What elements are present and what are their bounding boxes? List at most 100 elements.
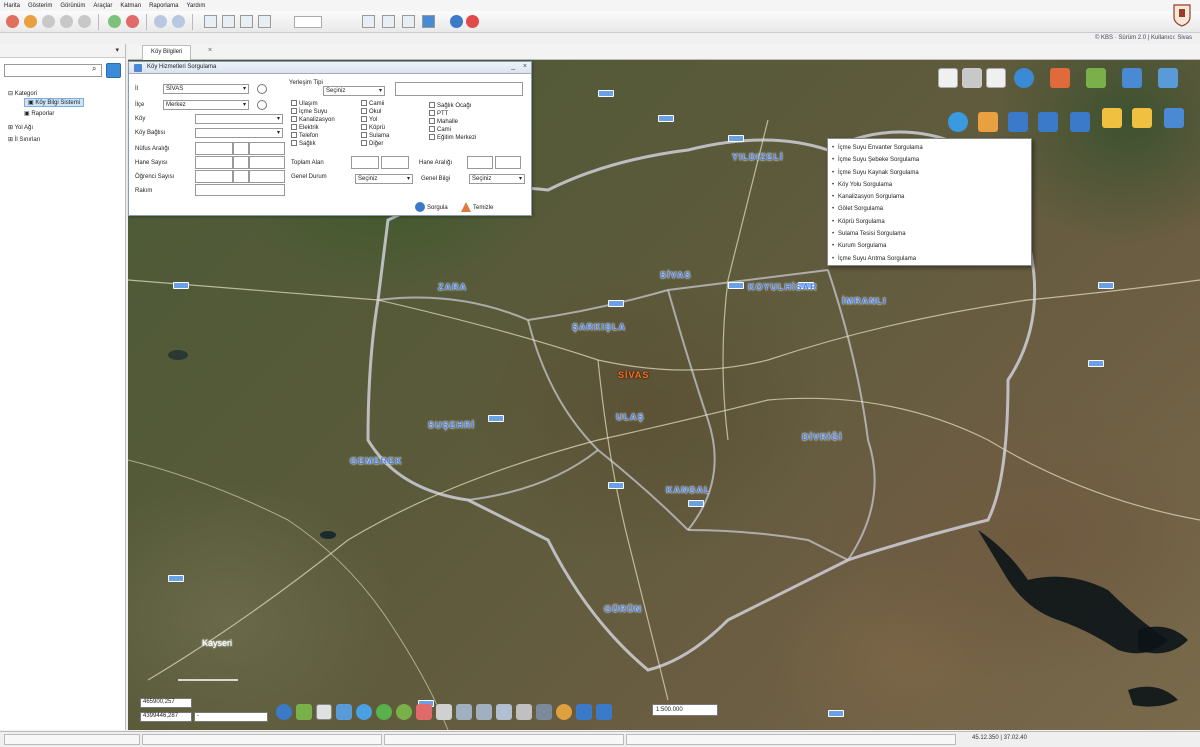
- hane-min-input[interactable]: [195, 156, 233, 169]
- ilce-select[interactable]: Merkez: [163, 100, 249, 110]
- up-icon[interactable]: [78, 15, 91, 28]
- search-icon[interactable]: ⌕: [92, 64, 104, 77]
- maximize-icon[interactable]: [402, 15, 415, 28]
- window-icon[interactable]: [382, 15, 395, 28]
- plane-icon[interactable]: [1008, 112, 1028, 132]
- menu-item-koy-yolu[interactable]: Köy Yolu Sorgulama: [828, 179, 1031, 191]
- ogrenci-max-input[interactable]: [249, 170, 285, 183]
- tree-item-koy-bilgi[interactable]: ▣ Köy Bilgi Sistemi: [24, 98, 85, 107]
- hane-max-input[interactable]: [249, 156, 285, 169]
- menu-item-icme-suyu-sebeke[interactable]: İçme Suyu Şebeke Sorgulama: [828, 154, 1031, 166]
- home-icon[interactable]: [536, 704, 552, 720]
- checkbox-telefon[interactable]: Telefon: [291, 132, 318, 139]
- gps-icon[interactable]: [556, 704, 572, 720]
- checkbox-kanalizasyon[interactable]: Kanalizasyon: [291, 116, 335, 123]
- zoom-out-icon[interactable]: [596, 704, 612, 720]
- menu-raporlama[interactable]: Raporlama: [149, 3, 178, 9]
- checkbox-camii[interactable]: Camii: [361, 100, 384, 107]
- pin-icon[interactable]: ▾: [115, 46, 119, 54]
- notes-box[interactable]: [395, 82, 523, 96]
- rakim-input[interactable]: [195, 184, 285, 196]
- export-icon[interactable]: [1164, 108, 1184, 128]
- checkbox-ptt[interactable]: PTT: [429, 110, 448, 117]
- checkbox-saglik[interactable]: Sağlık: [291, 140, 316, 147]
- checkbox-mahalle[interactable]: Mahalle: [429, 118, 458, 125]
- layer-tool-button[interactable]: [106, 63, 121, 78]
- page-prev-icon[interactable]: [222, 15, 235, 28]
- measure-icon[interactable]: [1050, 68, 1070, 88]
- nufus-min-input[interactable]: [195, 142, 233, 155]
- plane-2-icon[interactable]: [1038, 112, 1058, 132]
- menu-item-icme-suyu-aritma[interactable]: İçme Suyu Arıtma Sorgulama: [828, 253, 1031, 265]
- fish-icon[interactable]: [978, 112, 998, 132]
- menu-item-kurum[interactable]: Kurum Sorgulama: [828, 240, 1031, 252]
- page-number-input[interactable]: [294, 16, 322, 28]
- layer-list-icon[interactable]: [1086, 68, 1106, 88]
- globe-icon[interactable]: [356, 704, 372, 720]
- tree-item-kategori[interactable]: ⊟ Kategori: [8, 90, 37, 97]
- exit-icon[interactable]: [466, 15, 479, 28]
- plane-3-icon[interactable]: [1070, 112, 1090, 132]
- menu-item-icme-suyu-envanter[interactable]: İçme Suyu Envanter Sorgulama: [828, 142, 1031, 154]
- clear-button[interactable]: Temizle: [461, 202, 493, 212]
- zoom-in-icon[interactable]: [576, 704, 592, 720]
- ogrenci-min-input[interactable]: [195, 170, 233, 183]
- earth-icon[interactable]: [376, 704, 392, 720]
- checkbox-elektrik[interactable]: Elektrik: [291, 124, 319, 131]
- alan-min-input[interactable]: [351, 156, 379, 169]
- checkbox-yol[interactable]: Yol: [361, 116, 377, 123]
- menu-item-kanalizasyon[interactable]: Kanalizasyon Sorgulama: [828, 191, 1031, 203]
- page-last-icon[interactable]: [258, 15, 271, 28]
- bookmark-icon[interactable]: [416, 704, 432, 720]
- menu-item-golet[interactable]: Gölet Sorgulama: [828, 203, 1031, 215]
- zoom-slider-icon[interactable]: [938, 68, 958, 88]
- checkbox-okul[interactable]: Okul: [361, 108, 381, 115]
- pan-icon[interactable]: [962, 68, 982, 88]
- hane-aralik-min[interactable]: [467, 156, 493, 169]
- genel-durum-select[interactable]: Seçiniz: [355, 174, 413, 184]
- hane-aralik-max[interactable]: [495, 156, 521, 169]
- layer-icon[interactable]: [172, 15, 185, 28]
- menu-harita[interactable]: Harita: [4, 3, 20, 9]
- page-first-icon[interactable]: [204, 15, 217, 28]
- koy-select[interactable]: [195, 114, 283, 124]
- edit-icon[interactable]: [422, 15, 435, 28]
- world-icon[interactable]: [948, 112, 968, 132]
- folder-icon[interactable]: [1102, 108, 1122, 128]
- layer-search-input[interactable]: [4, 64, 102, 77]
- globe-icon[interactable]: [1014, 68, 1034, 88]
- stop-icon[interactable]: [6, 15, 19, 28]
- tree-item-yol-agi[interactable]: ⊞ Yol Ağı: [8, 124, 33, 131]
- network-icon[interactable]: [1158, 68, 1178, 88]
- checkbox-diger[interactable]: Diğer: [361, 140, 383, 147]
- ruler-icon[interactable]: [456, 704, 472, 720]
- camera-icon[interactable]: [436, 704, 452, 720]
- cancel-icon[interactable]: [126, 15, 139, 28]
- map-icon[interactable]: [396, 704, 412, 720]
- ship-icon[interactable]: [1122, 68, 1142, 88]
- checkbox-saglik-ocagi[interactable]: Sağlık Ocağı: [429, 102, 471, 109]
- checkbox-icme-suyu[interactable]: İçme Suyu: [291, 108, 327, 115]
- select-icon[interactable]: [496, 704, 512, 720]
- menu-gosterim[interactable]: Gösterim: [28, 3, 52, 9]
- table-icon[interactable]: [316, 704, 332, 720]
- koy-baglisi-select[interactable]: [195, 128, 283, 138]
- checkbox-cami[interactable]: Cami: [429, 126, 451, 133]
- forward-icon[interactable]: [60, 15, 73, 28]
- menu-yardim[interactable]: Yardım: [186, 3, 205, 9]
- page-next-icon[interactable]: [240, 15, 253, 28]
- checkbox-ulasim[interactable]: Ulaşım: [291, 100, 318, 107]
- close-icon[interactable]: ×: [523, 63, 527, 70]
- tree-item-raporlar[interactable]: ▣ Raporlar: [24, 110, 54, 117]
- clear-selection-icon[interactable]: [516, 704, 532, 720]
- zoom-icon[interactable]: [257, 84, 267, 94]
- tree-icon[interactable]: [296, 704, 312, 720]
- zoom-out-icon[interactable]: [986, 68, 1006, 88]
- zoom-icon[interactable]: [257, 100, 267, 110]
- checkbox-sulama[interactable]: Sulama: [361, 132, 389, 139]
- scale-select[interactable]: 1:500.000: [652, 704, 718, 716]
- menu-gorunum[interactable]: Görünüm: [60, 3, 85, 9]
- area-icon[interactable]: [476, 704, 492, 720]
- checkbox-kopru[interactable]: Köprü: [361, 124, 385, 131]
- genel-bilgi-select[interactable]: Seçiniz: [469, 174, 525, 184]
